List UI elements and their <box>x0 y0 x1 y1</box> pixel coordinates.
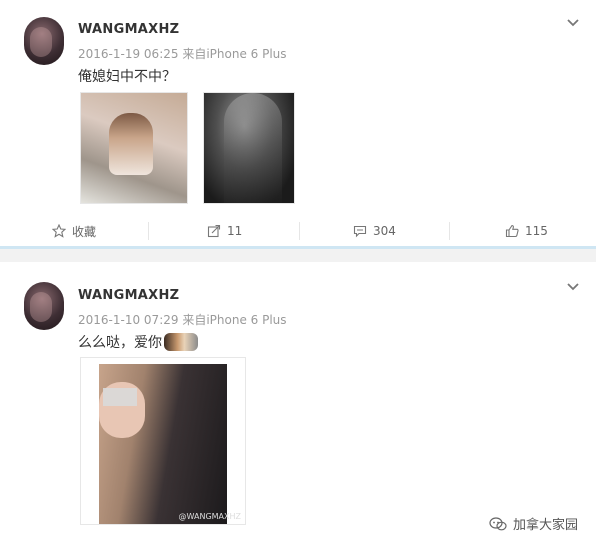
avatar[interactable] <box>24 282 64 330</box>
post-device: iPhone 6 Plus <box>206 47 287 61</box>
avatar[interactable] <box>24 17 64 65</box>
post-source-label: 来自 <box>182 47 207 61</box>
username[interactable]: WANGMAXHZ <box>78 22 179 37</box>
post-image[interactable]: @WANGMAXHZ <box>80 357 246 525</box>
chevron-down-icon[interactable] <box>566 16 580 30</box>
like-button[interactable]: 115 <box>505 216 548 246</box>
comment-count: 304 <box>373 224 396 238</box>
post-device: iPhone 6 Plus <box>206 313 287 327</box>
post-separator <box>0 246 596 262</box>
chevron-down-icon[interactable] <box>566 280 580 294</box>
action-bar: 收藏 11 304 115 <box>0 216 596 246</box>
image-watermark: @WANGMAXHZ <box>178 512 241 521</box>
emoji-icon <box>164 333 198 351</box>
favorite-label: 收藏 <box>72 224 97 239</box>
comment-icon <box>353 225 367 238</box>
star-icon <box>52 224 66 238</box>
like-icon <box>505 224 519 238</box>
brand-watermark: 加拿大家园 <box>489 514 578 533</box>
weibo-post-1: WANGMAXHZ 2016-1-19 06:25 来自iPhone 6 Plu… <box>0 0 596 246</box>
post-image-2[interactable] <box>203 92 295 204</box>
like-count: 115 <box>525 224 548 238</box>
brand-name: 加拿大家园 <box>512 518 578 533</box>
repost-count: 11 <box>227 224 243 238</box>
comment-button[interactable]: 304 <box>353 216 396 246</box>
divider <box>299 222 300 240</box>
post-meta: 2016-1-19 06:25 来自iPhone 6 Plus <box>78 45 287 62</box>
favorite-button[interactable]: 收藏 <box>52 216 96 246</box>
brand-logo-icon <box>489 516 507 530</box>
repost-button[interactable]: 11 <box>207 216 242 246</box>
username[interactable]: WANGMAXHZ <box>78 288 179 303</box>
divider <box>449 222 450 240</box>
post-meta: 2016-1-10 07:29 来自iPhone 6 Plus <box>78 311 287 328</box>
post-date: 2016-1-10 07:29 <box>78 313 179 327</box>
repost-icon <box>207 224 221 238</box>
divider <box>148 222 149 240</box>
post-date: 2016-1-19 06:25 <box>78 47 179 61</box>
post-source-label: 来自 <box>182 313 207 327</box>
post-image-1[interactable] <box>80 92 188 204</box>
post-text: 么么哒，爱你 <box>78 335 162 351</box>
post-text-row: 么么哒，爱你 <box>78 332 198 352</box>
post-text: 俺媳妇中不中？ <box>78 69 176 85</box>
